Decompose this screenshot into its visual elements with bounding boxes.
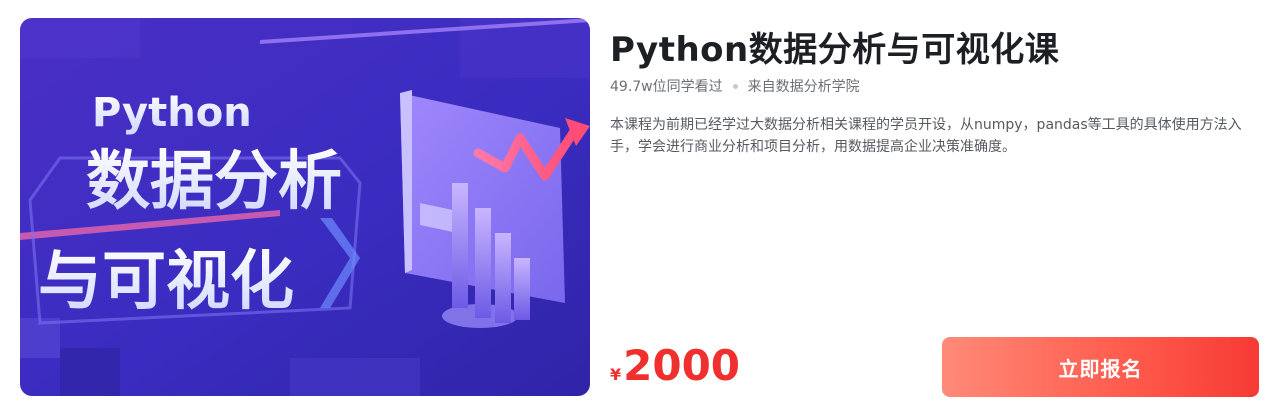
cover-text-visualization: 与可视化 [38,245,294,319]
cover-text-data-analysis: 数据分析 [86,145,342,219]
view-count: 49.7w位同学看过 [610,79,723,95]
enroll-button[interactable]: 立即报名 [942,337,1259,397]
course-card: Python 数据分析 与可视化 Python数据分析与可视化课 49.7w位同… [0,0,1280,417]
course-cover-image[interactable]: Python 数据分析 与可视化 [20,18,590,396]
course-info: Python数据分析与可视化课 49.7w位同学看过 来自数据分析学院 本课程为… [610,18,1260,397]
price-currency: ¥ [610,365,622,384]
price-amount: 2000 [623,341,741,390]
course-description: 本课程为前期已经学过大数据分析相关课程的学员开设，从numpy，pandas等工… [610,117,1242,155]
course-title[interactable]: Python数据分析与可视化课 [610,22,1059,71]
course-meta: 49.7w位同学看过 来自数据分析学院 [610,76,860,96]
cover-text-python: Python [92,90,252,136]
separator-dot [732,83,738,89]
course-price: ¥ 2000 [610,344,740,388]
course-source: 来自数据分析学院 [747,79,860,95]
